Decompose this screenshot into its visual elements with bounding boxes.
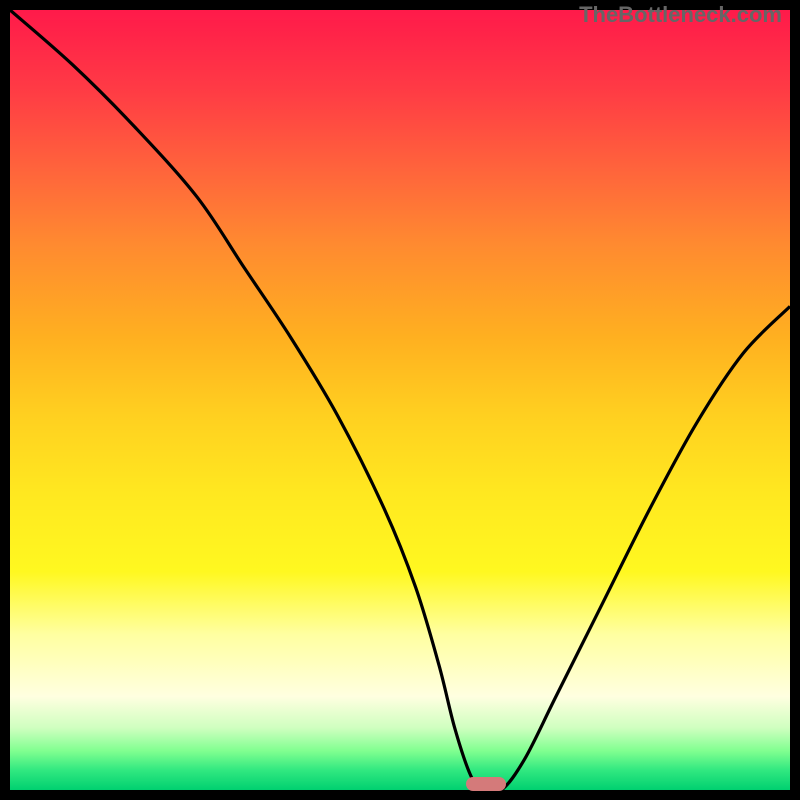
optimal-marker xyxy=(466,777,506,791)
chart-container: TheBottleneck.com xyxy=(0,0,800,800)
plot-area xyxy=(10,10,790,790)
bottleneck-curve xyxy=(10,10,790,790)
curve-svg xyxy=(10,10,790,790)
watermark-label: TheBottleneck.com xyxy=(579,2,782,28)
